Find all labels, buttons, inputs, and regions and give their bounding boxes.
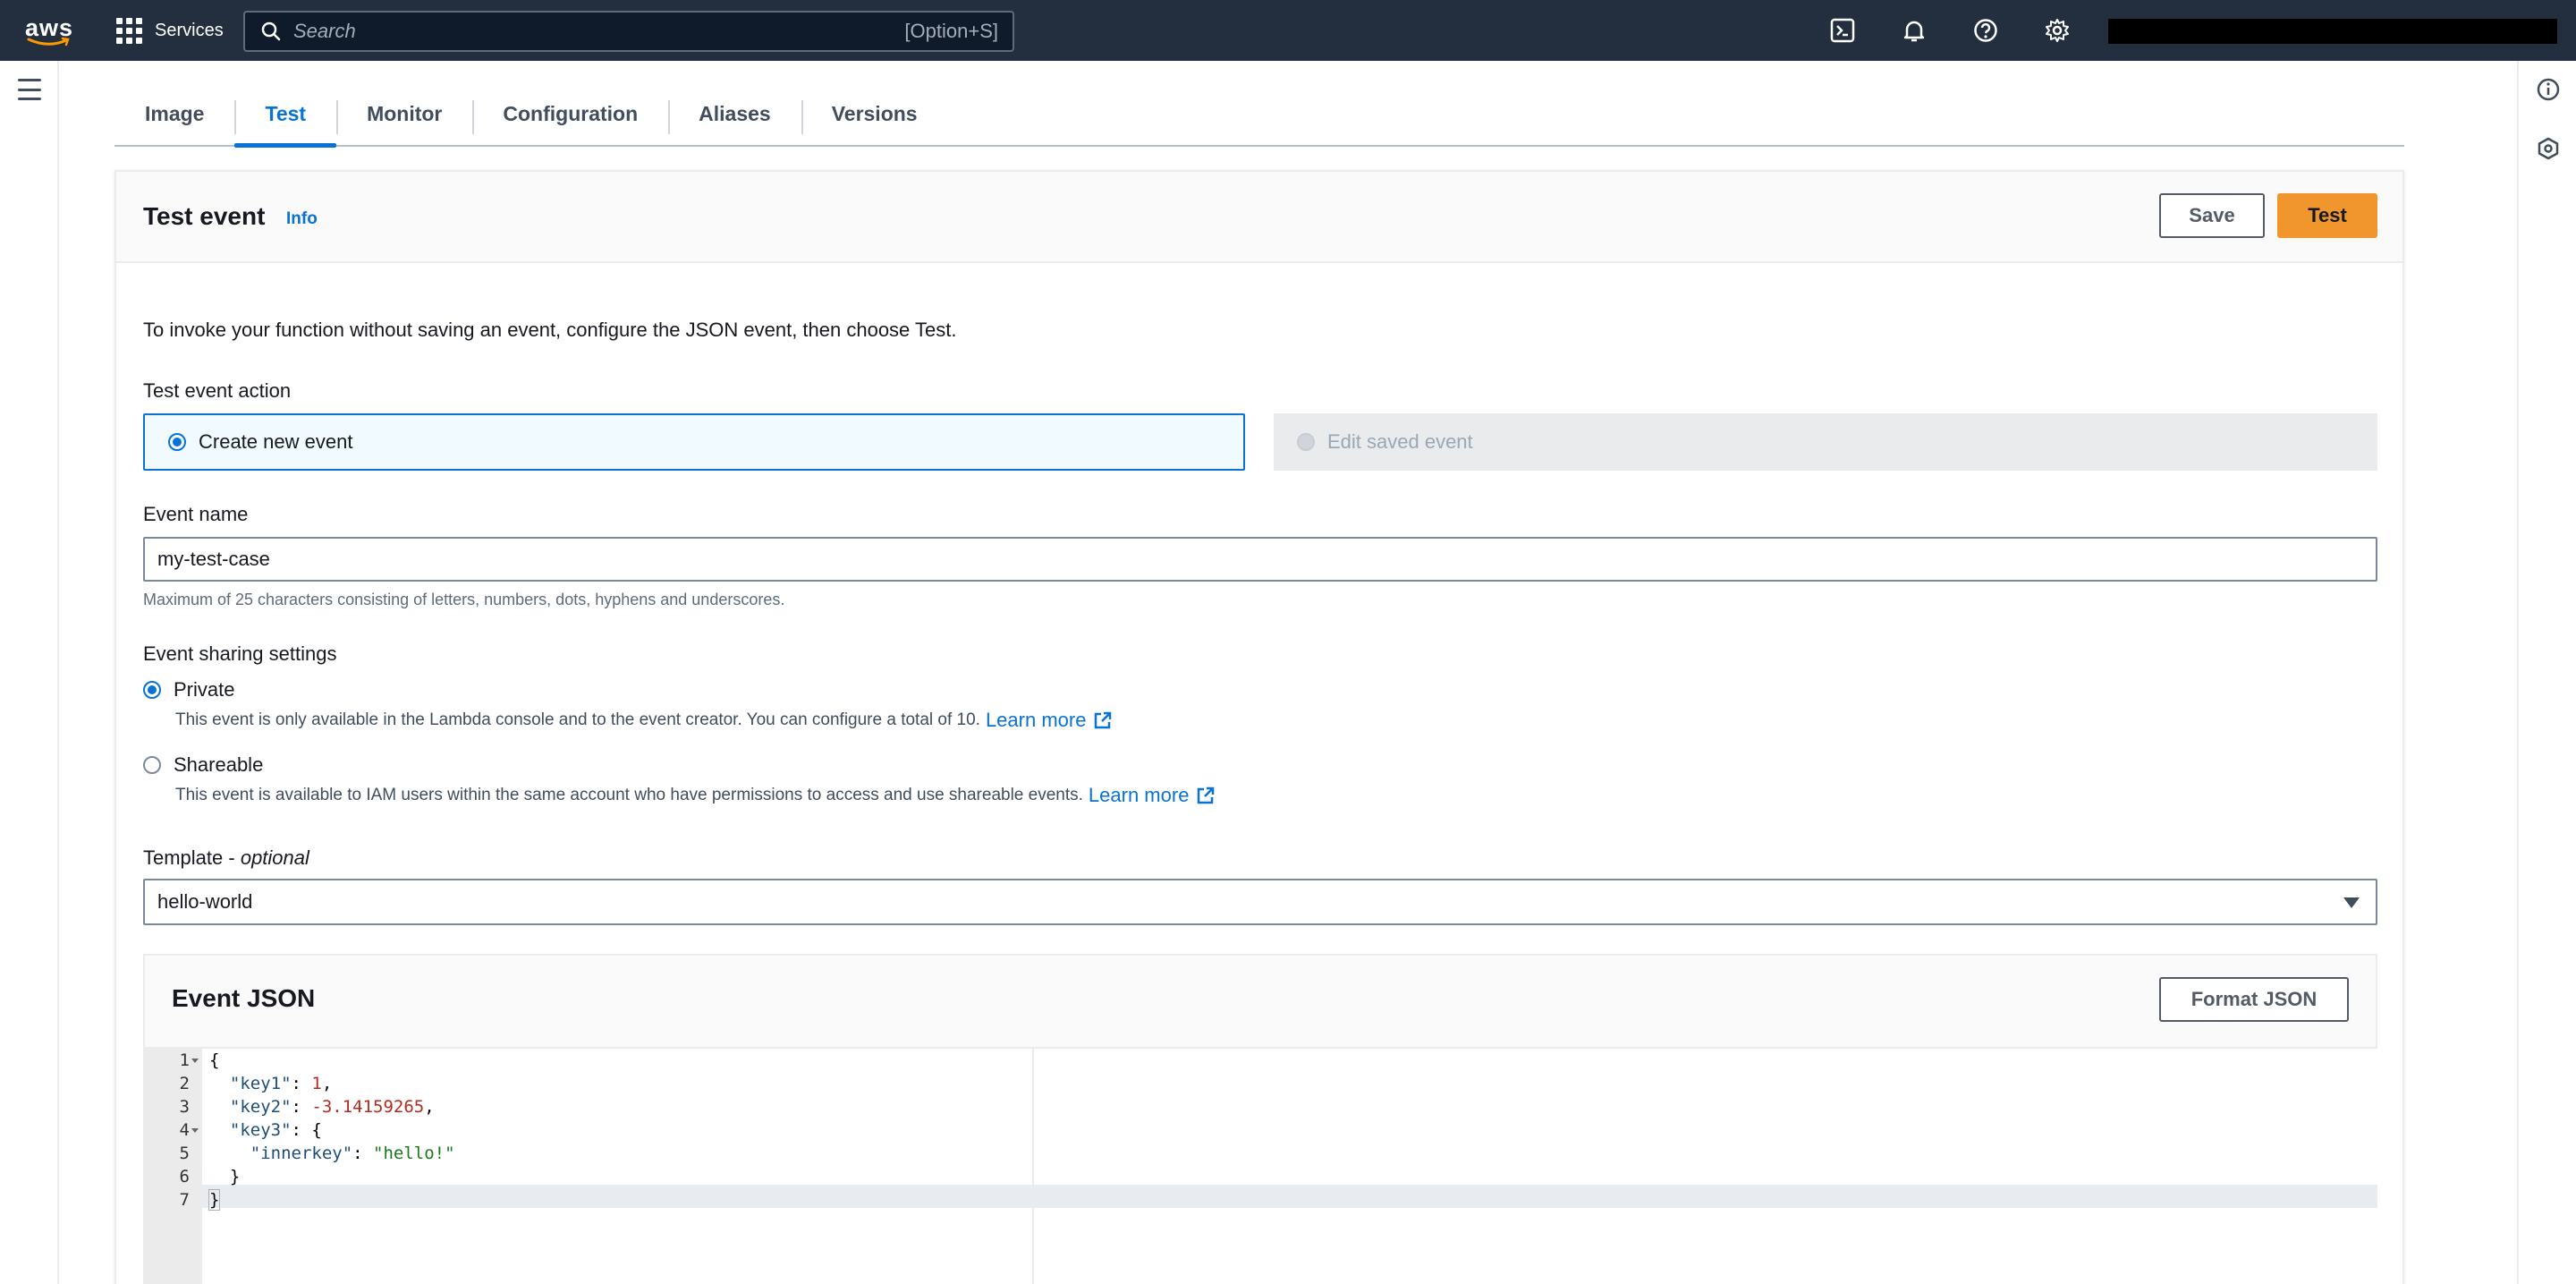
line-number: 4 bbox=[179, 1120, 190, 1140]
function-tabs: Image Test Monitor Configuration Aliases… bbox=[114, 82, 2404, 148]
template-optional-text: optional bbox=[240, 846, 309, 869]
tab-image[interactable]: Image bbox=[114, 82, 234, 145]
edit-saved-event-label: Edit saved event bbox=[1327, 430, 1473, 453]
event-name-label: Event name bbox=[143, 503, 249, 525]
search-shortcut: [Option+S] bbox=[904, 20, 998, 42]
chevron-down-icon bbox=[2343, 897, 2360, 908]
external-link-icon bbox=[1095, 711, 1112, 729]
info-link[interactable]: Info bbox=[286, 209, 318, 229]
test-event-title: Test event bbox=[143, 202, 266, 230]
search-placeholder: Search bbox=[293, 20, 356, 42]
code-line-3: "key2": -3.14159265, bbox=[229, 1097, 435, 1117]
aws-smile-icon bbox=[27, 37, 70, 47]
help-icon[interactable] bbox=[1971, 16, 2000, 45]
code-line-7: } bbox=[208, 1189, 221, 1211]
private-description: This event is only available in the Lamb… bbox=[175, 709, 1113, 732]
shareable-option[interactable]: Shareable bbox=[143, 753, 263, 777]
format-json-button[interactable]: Format JSON bbox=[2159, 977, 2349, 1022]
editor-print-margin bbox=[1032, 1049, 1034, 1284]
tab-test[interactable]: Test bbox=[234, 82, 336, 148]
aws-logo[interactable]: aws bbox=[25, 13, 75, 48]
line-number: 1 bbox=[179, 1050, 190, 1070]
tab-aliases[interactable]: Aliases bbox=[668, 82, 801, 145]
gear-icon[interactable] bbox=[2043, 16, 2072, 45]
right-tools-rail bbox=[2517, 61, 2576, 1284]
event-name-hint: Maximum of 25 characters consisting of l… bbox=[143, 591, 785, 608]
info-icon[interactable] bbox=[2536, 77, 2561, 102]
template-value: hello-world bbox=[157, 890, 253, 913]
json-code-editor[interactable]: 1 2 3 4 5 6 7 { "key1": 1, "key2": -3.14… bbox=[145, 1047, 2377, 1284]
code-line-1: { bbox=[209, 1050, 220, 1070]
fold-arrow-icon[interactable] bbox=[191, 1128, 199, 1133]
create-new-event-radio[interactable] bbox=[168, 433, 186, 451]
services-menu-button[interactable]: Services bbox=[116, 13, 224, 48]
learn-more-link-shareable[interactable]: Learn more bbox=[1089, 784, 1216, 807]
code-line-2: "key1": 1, bbox=[229, 1074, 333, 1093]
test-event-container: Test event Info Save Test To invoke your… bbox=[114, 170, 2404, 1284]
tab-configuration[interactable]: Configuration bbox=[472, 82, 668, 145]
line-number: 3 bbox=[179, 1097, 190, 1117]
shareable-description: This event is available to IAM users wit… bbox=[175, 784, 1216, 807]
create-new-event-label: Create new event bbox=[199, 430, 353, 453]
private-desc-text: This event is only available in the Lamb… bbox=[175, 710, 980, 729]
shareable-label: Shareable bbox=[174, 753, 264, 776]
top-navigation: aws Services Search [Option+S] bbox=[0, 0, 2576, 61]
private-label: Private bbox=[174, 678, 235, 701]
test-event-header: Test event Info Save Test bbox=[116, 172, 2402, 263]
external-link-icon bbox=[1198, 787, 1215, 804]
bell-icon[interactable] bbox=[1900, 16, 1928, 45]
hamburger-menu-icon[interactable] bbox=[18, 79, 41, 100]
code-line-4: "key3": { bbox=[229, 1120, 322, 1140]
template-label-text: Template - bbox=[143, 846, 241, 869]
intro-text: To invoke your function without saving a… bbox=[143, 319, 957, 341]
line-number: 7 bbox=[179, 1190, 190, 1210]
template-label: Template - optional bbox=[143, 846, 309, 870]
learn-more-label: Learn more bbox=[985, 709, 1087, 731]
event-sharing-label: Event sharing settings bbox=[143, 642, 337, 665]
tab-monitor[interactable]: Monitor bbox=[336, 82, 472, 145]
fold-arrow-icon[interactable] bbox=[191, 1059, 199, 1063]
edit-saved-event-tile: Edit saved event bbox=[1274, 413, 2377, 471]
tab-versions[interactable]: Versions bbox=[801, 82, 948, 145]
event-json-title: Event JSON bbox=[172, 984, 316, 1012]
code-line-5: "innerkey": "hello!" bbox=[250, 1144, 455, 1163]
shareable-radio[interactable] bbox=[143, 756, 161, 774]
left-navigation-rail bbox=[0, 61, 59, 1284]
learn-more-link-private[interactable]: Learn more bbox=[986, 709, 1114, 732]
services-label: Services bbox=[155, 20, 224, 40]
line-number: 6 bbox=[179, 1167, 190, 1186]
line-number: 5 bbox=[179, 1144, 190, 1163]
template-select[interactable]: hello-world bbox=[143, 879, 2377, 925]
code-line-6: } bbox=[209, 1167, 241, 1186]
account-menu-redacted[interactable] bbox=[2108, 19, 2557, 44]
test-button[interactable]: Test bbox=[2277, 193, 2377, 238]
search-input[interactable]: Search [Option+S] bbox=[243, 11, 1014, 52]
line-number: 2 bbox=[179, 1074, 190, 1093]
private-radio[interactable] bbox=[143, 681, 161, 699]
search-icon bbox=[261, 21, 281, 41]
edit-saved-event-radio bbox=[1297, 433, 1315, 451]
shareable-desc-text: This event is available to IAM users wit… bbox=[175, 786, 1083, 804]
cloudshell-icon[interactable] bbox=[1828, 16, 1857, 45]
test-event-action-label: Test event action bbox=[143, 379, 292, 402]
services-grid-icon bbox=[116, 17, 142, 44]
save-button[interactable]: Save bbox=[2159, 193, 2265, 238]
private-option[interactable]: Private bbox=[143, 678, 234, 702]
learn-more-label: Learn more bbox=[1088, 784, 1190, 806]
editor-active-line bbox=[202, 1185, 2377, 1208]
event-name-input[interactable]: my-test-case bbox=[143, 537, 2377, 582]
create-new-event-tile[interactable]: Create new event bbox=[143, 413, 1245, 471]
event-json-panel: Event JSON Format JSON 1 2 3 4 5 6 7 { "… bbox=[143, 954, 2377, 1284]
feedback-hex-icon[interactable] bbox=[2536, 136, 2561, 161]
